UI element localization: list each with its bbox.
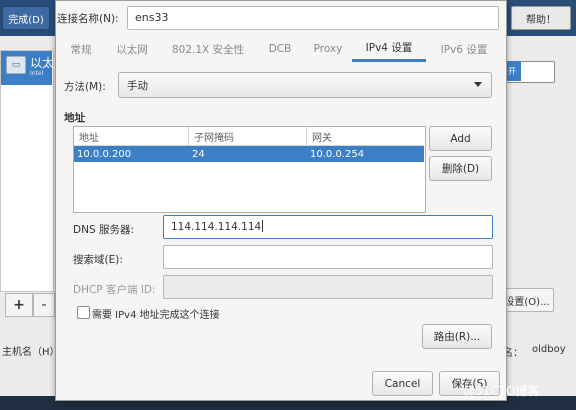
hostname-value: oldboy	[532, 344, 566, 355]
connection-list[interactable]	[0, 50, 54, 292]
dhcp-client-id-input	[163, 275, 493, 299]
dns-servers-label: DNS 服务器:	[73, 224, 134, 236]
remove-connection-button[interactable]: -	[33, 293, 55, 317]
settings-tabs: 常规 以太网 802.1X 安全性 DCB Proxy IPv4 设置 IPv6…	[58, 36, 502, 63]
address-section-heading: 地址	[64, 112, 85, 124]
tab-proxy[interactable]: Proxy	[304, 36, 352, 62]
routes-button[interactable]: 路由(R)...	[422, 324, 492, 349]
tab-ipv4-settings[interactable]: IPv4 设置	[352, 36, 426, 62]
connection-name-label: 连接名称(N):	[57, 13, 119, 25]
method-label: 方法(M):	[64, 81, 106, 93]
add-address-button[interactable]: Add	[429, 126, 492, 151]
dns-servers-input[interactable]: 114.114.114.114	[163, 215, 493, 239]
tab-ipv6-settings[interactable]: IPv6 设置	[426, 36, 502, 62]
dhcp-client-id-label: DHCP 客户端 ID:	[73, 284, 156, 296]
connection-name-input[interactable]: ens33	[127, 6, 499, 30]
text-cursor	[262, 220, 264, 232]
watermark: @51CTO博客	[463, 384, 540, 398]
delete-address-button[interactable]: 删除(D)	[429, 156, 492, 181]
require-ipv4-checkbox[interactable]	[77, 306, 90, 319]
gateway-cell[interactable]: 10.0.0.254	[307, 147, 420, 161]
dns-servers-value: 114.114.114.114	[171, 221, 262, 233]
done-button[interactable]: 完成(D)	[2, 6, 50, 30]
require-ipv4-label[interactable]: 需要 IPv4 地址完成这个连接	[92, 306, 220, 321]
hostname-label: 主机名（H）	[2, 347, 60, 358]
column-header-gateway[interactable]: 网关	[307, 127, 424, 145]
tab-general[interactable]: 常规	[58, 36, 104, 62]
connection-list-item-sublabel: Intel	[30, 70, 44, 77]
add-connection-button[interactable]: +	[5, 293, 33, 317]
search-domains-input[interactable]	[163, 245, 493, 269]
chevron-down-icon	[474, 82, 482, 87]
tab-8021x-security[interactable]: 802.1X 安全性	[160, 36, 256, 62]
configure-button[interactable]: 设置(O)...	[500, 288, 554, 312]
help-button[interactable]: 帮助！	[511, 6, 571, 30]
method-dropdown[interactable]: 手动	[118, 72, 492, 98]
search-domains-label: 搜索域(E):	[73, 254, 123, 266]
netmask-cell[interactable]: 24	[189, 147, 302, 161]
connection-list-item-label: 以太	[30, 56, 55, 70]
tab-dcb[interactable]: DCB	[256, 36, 304, 62]
column-header-address[interactable]: 地址	[74, 127, 189, 145]
address-cell[interactable]: 10.0.0.200	[74, 147, 187, 161]
tab-ethernet[interactable]: 以太网	[104, 36, 160, 62]
network-card-icon: ▭	[6, 56, 26, 74]
column-header-netmask[interactable]: 子网掩码	[189, 127, 307, 145]
cancel-button[interactable]: Cancel	[372, 371, 433, 396]
